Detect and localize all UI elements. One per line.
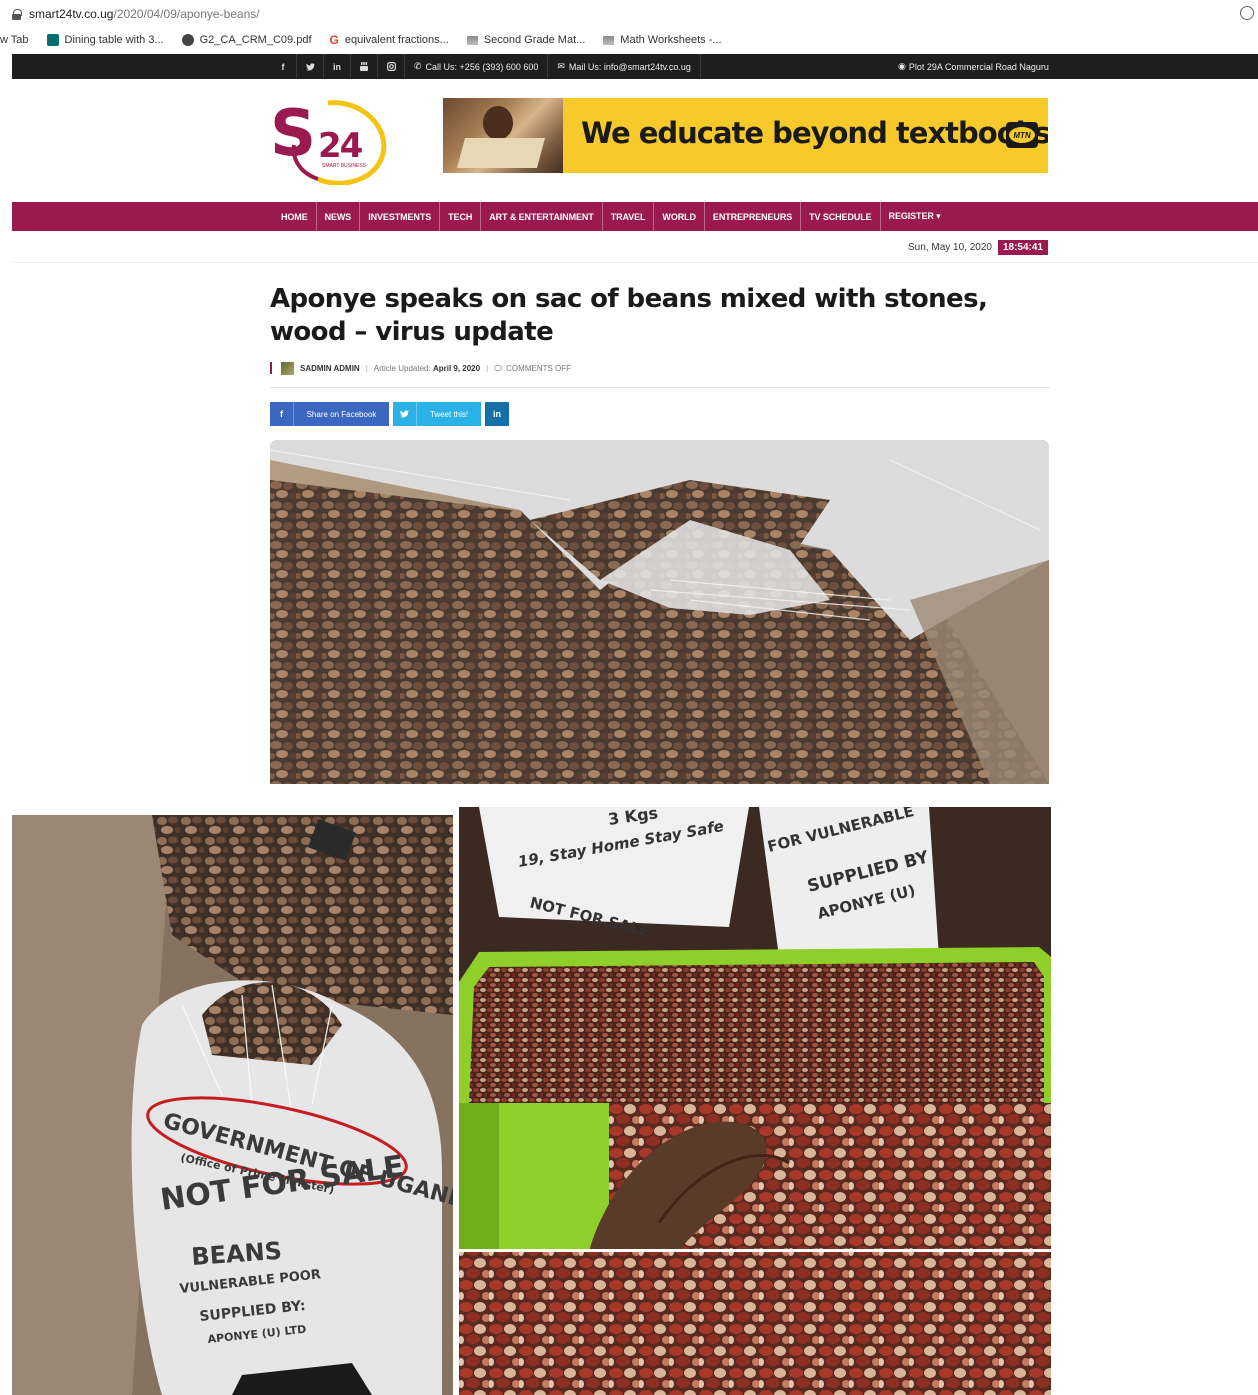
nav-register[interactable]: REGISTER ▾: [881, 202, 949, 231]
banner-student-photo: [443, 98, 563, 173]
mail-contact[interactable]: ✉ Mail Us: info@smart24tv.co.ug: [548, 54, 701, 79]
current-date: Sun, May 10, 2020: [908, 241, 992, 253]
facebook-icon: f: [270, 402, 294, 426]
logo-text: S: [270, 97, 316, 171]
chrome-icon: [181, 34, 194, 46]
date-time: Sun, May 10, 2020 18:54:41: [0, 238, 1048, 256]
share-linkedin-button[interactable]: in: [485, 402, 509, 426]
share-facebook-button[interactable]: f Share on Facebook: [270, 402, 389, 426]
updated-info: Article Updated: April 9, 2020: [373, 363, 481, 373]
map-pin-icon: ◉: [898, 61, 906, 71]
site-logo[interactable]: S 24 SMART BUSINESS: [270, 97, 390, 185]
facebook-icon[interactable]: f: [270, 54, 297, 79]
meta-accent-bar: [270, 362, 272, 374]
image-hand-beans: [459, 1103, 1051, 1395]
bookmark-second-grade[interactable]: Second Grade Mat...: [466, 34, 585, 46]
envelope-icon: ✉: [557, 61, 565, 71]
phone-contact[interactable]: ✆ Call Us: +256 (393) 600 600: [405, 54, 549, 79]
image-government-sack: GOVERNMENT OF UGANDA (Office of Prime Mi…: [12, 815, 453, 1395]
svg-text:24: 24: [318, 126, 363, 166]
bookmarks-bar: w Tab Dining table with 3... G2_CA_CRM_C…: [0, 29, 1258, 51]
book-icon: [603, 35, 615, 45]
bookmark-pdf[interactable]: G2_CA_CRM_C09.pdf: [181, 34, 312, 46]
banner-slogan: We educate beyond textbooks.: [581, 116, 1048, 150]
youtube-icon[interactable]: [351, 54, 378, 79]
twitter-icon: [393, 402, 417, 426]
main-navigation: HOME NEWS INVESTMENTS TECH ART & ENTERTA…: [12, 202, 1258, 231]
instagram-icon[interactable]: [378, 54, 405, 79]
nav-home[interactable]: HOME: [273, 202, 317, 231]
bookmark-dining-table[interactable]: Dining table with 3...: [46, 34, 164, 46]
bookmark-new-tab[interactable]: w Tab: [0, 34, 29, 46]
bookmark-math-worksheets[interactable]: Math Worksheets -...: [603, 34, 722, 46]
site-icon: [46, 34, 59, 46]
location: ◉ Plot 29A Commercial Road Naguru: [898, 61, 1049, 72]
mtn-logo: MTN: [1006, 122, 1038, 148]
current-time: 18:54:41: [997, 239, 1048, 255]
nav-tv-schedule[interactable]: TV SCHEDULE: [801, 202, 881, 231]
url-domain: smart24tv.co.ug: [29, 7, 114, 21]
author-avatar[interactable]: [281, 361, 294, 375]
divider: [12, 262, 1258, 263]
author-name[interactable]: SADMIN ADMIN: [300, 364, 360, 373]
mtn-ad-banner[interactable]: We educate beyond textbooks. MTN: [443, 98, 1048, 173]
top-contact-bar: f in ✆ Call Us: +256 (393) 600 600 ✉ Mail …: [12, 54, 1258, 79]
comments-status: COMMENTS OFF: [506, 363, 572, 373]
nav-art-entertainment[interactable]: ART & ENTERTAINMENT: [481, 202, 603, 231]
nav-tech[interactable]: TECH: [440, 202, 482, 231]
twitter-icon[interactable]: [297, 54, 324, 79]
nav-news[interactable]: NEWS: [317, 202, 361, 231]
share-twitter-button[interactable]: Tweet this!: [393, 402, 481, 426]
nav-world[interactable]: WORLD: [654, 202, 705, 231]
svg-text:SMART BUSINESS: SMART BUSINESS: [322, 163, 367, 169]
nav-investments[interactable]: INVESTMENTS: [360, 202, 441, 231]
article-image-beans-sack: [270, 440, 1049, 784]
profile-icon[interactable]: [1240, 6, 1254, 20]
google-icon: G: [329, 33, 339, 47]
linkedin-icon[interactable]: in: [324, 54, 351, 79]
article-title: Aponye speaks on sac of beans mixed with…: [270, 284, 988, 347]
address-bar[interactable]: smart24tv.co.ug/2020/04/09/aponye-beans/: [0, 0, 1258, 28]
comment-icon: [494, 365, 503, 371]
article-meta: SADMIN ADMIN | Article Updated: April 9,…: [270, 361, 571, 375]
url-path: /2020/04/09/aponye-beans/: [113, 7, 260, 21]
share-buttons: f Share on Facebook Tweet this! in: [270, 402, 513, 426]
nav-travel[interactable]: TRAVEL: [603, 202, 655, 231]
nav-entrepreneurs[interactable]: ENTREPRENEURS: [705, 202, 802, 231]
phone-icon: ✆: [414, 61, 422, 71]
image-beans-tray: 3 Kgs 19, Stay Home Stay Safe NOT FOR SA…: [459, 807, 1051, 1103]
book-icon: [466, 35, 478, 45]
divider: [270, 387, 1050, 388]
bookmark-fractions[interactable]: Gequivalent fractions...: [330, 34, 449, 46]
lock-icon: [12, 8, 22, 20]
